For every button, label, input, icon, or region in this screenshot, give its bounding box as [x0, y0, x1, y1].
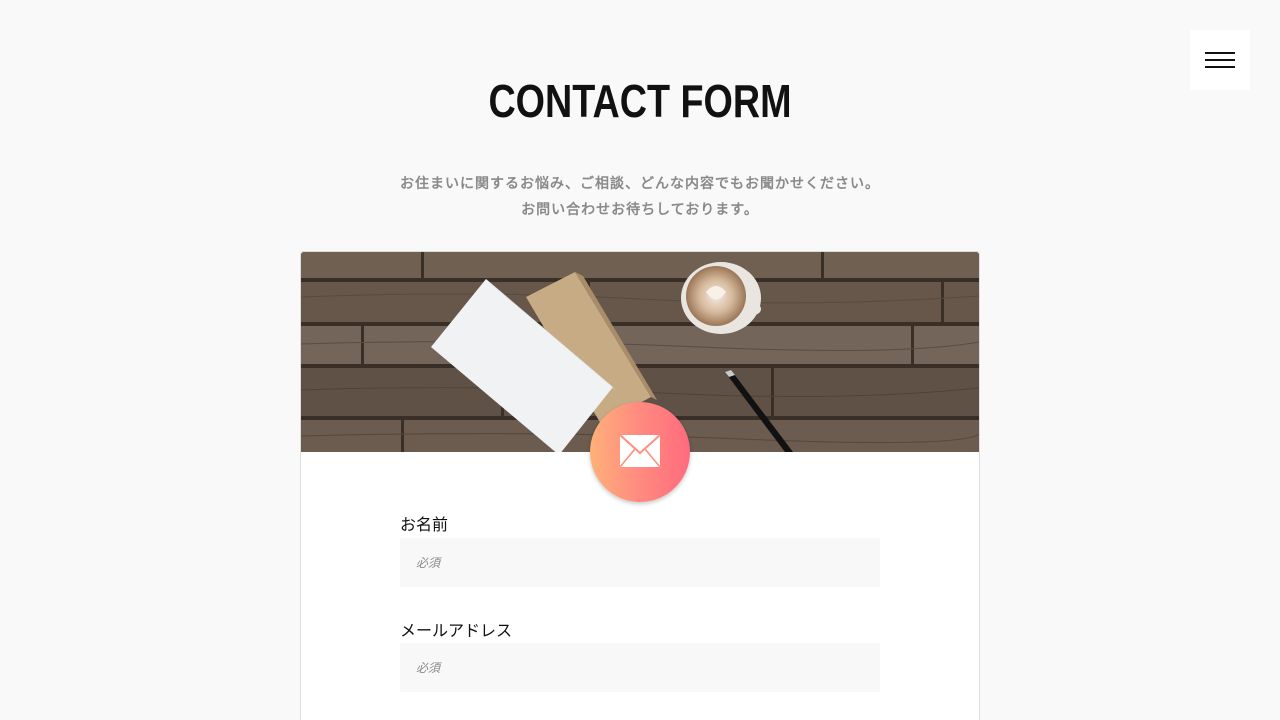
envelope-icon: [619, 434, 661, 468]
hamburger-menu-icon-bar-bottom: [1205, 66, 1235, 68]
lead-text-line-2: お問い合わせお待ちしております。: [521, 202, 759, 218]
page-title: CONTACT FORM: [488, 75, 792, 127]
lead-text: お住まいに関するお悩み、ご相談、どんな内容でもお聞かせください。 お問い合わせお…: [0, 171, 1280, 223]
hamburger-menu-icon-bar-top: [1205, 52, 1235, 54]
name-field-label: お名前: [400, 515, 449, 534]
email-input[interactable]: [400, 643, 880, 692]
lead-text-line-1: お住まいに関するお悩み、ご相談、どんな内容でもお聞かせください。: [400, 176, 880, 192]
name-input[interactable]: [400, 538, 880, 587]
mail-badge: [590, 402, 690, 502]
contact-page: CONTACT FORM お住まいに関するお悩み、ご相談、どんな内容でもお聞かせ…: [0, 0, 1280, 720]
contact-form-card: お名前 メールアドレス: [300, 251, 980, 720]
hamburger-menu-button[interactable]: [1190, 30, 1250, 90]
hamburger-menu-icon-bar-middle: [1205, 59, 1235, 61]
email-field-label: メールアドレス: [400, 621, 513, 640]
